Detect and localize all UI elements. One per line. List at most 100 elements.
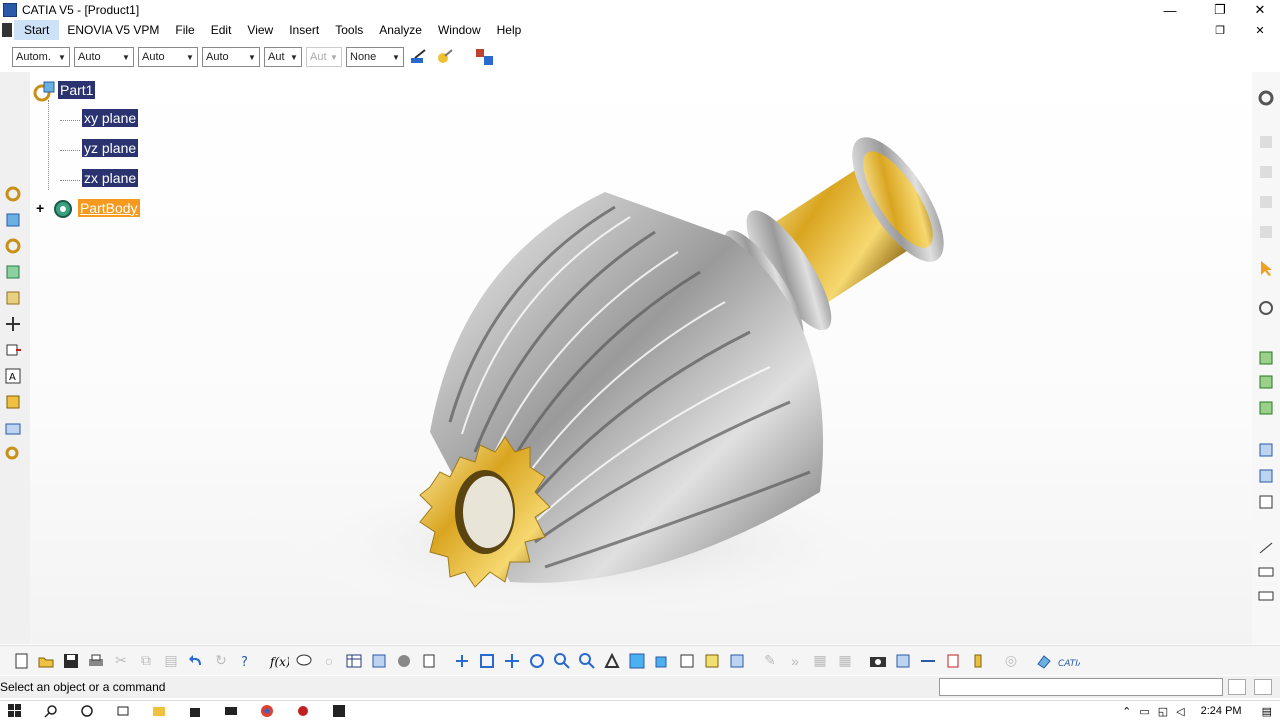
swap-visible-icon[interactable]	[726, 650, 748, 672]
cut-icon[interactable]: ✂	[110, 650, 132, 672]
network-icon[interactable]: ◱	[1158, 705, 1168, 718]
command-button[interactable]	[1228, 679, 1246, 695]
formula-icon[interactable]: f(x)	[268, 650, 290, 672]
normal-view-icon[interactable]	[601, 650, 623, 672]
tree-label-xy-plane[interactable]: xy plane	[82, 109, 139, 127]
volume-icon[interactable]: ◁	[1176, 705, 1184, 718]
measure-item-icon[interactable]	[942, 650, 964, 672]
analysis-icon[interactable]	[1256, 466, 1276, 486]
save-icon[interactable]	[60, 650, 82, 672]
insert-component-icon[interactable]	[3, 262, 23, 282]
menu-edit[interactable]: Edit	[203, 20, 240, 40]
print-icon[interactable]	[85, 650, 107, 672]
doc-restore-icon[interactable]: ❐	[1200, 20, 1240, 40]
geometry-viewport[interactable]	[30, 72, 1252, 644]
multi-view-icon[interactable]	[626, 650, 648, 672]
tree-node-part1[interactable]: Part1	[32, 80, 96, 102]
graph-tree-icon[interactable]	[474, 46, 496, 68]
windows-start-icon[interactable]	[4, 702, 26, 720]
zoom-out-icon[interactable]	[576, 650, 598, 672]
menu-view[interactable]: View	[239, 20, 281, 40]
catia-taskbar-icon[interactable]	[328, 702, 350, 720]
close-icon[interactable]: ✕	[1240, 0, 1280, 20]
law-icon[interactable]	[368, 650, 390, 672]
file-explorer-icon[interactable]	[148, 702, 170, 720]
tree-label-yz-plane[interactable]: yz plane	[82, 139, 139, 157]
scenes-icon[interactable]	[3, 418, 23, 438]
text-annotation-icon[interactable]	[1256, 562, 1276, 582]
manipulate-icon[interactable]	[1256, 298, 1276, 318]
menu-analyze[interactable]: Analyze	[371, 20, 430, 40]
copy-icon[interactable]: ⧉	[135, 650, 157, 672]
search-icon[interactable]	[40, 702, 62, 720]
zoom-in-icon[interactable]	[551, 650, 573, 672]
menu-file[interactable]: File	[167, 20, 202, 40]
design-table-icon[interactable]	[343, 650, 365, 672]
knowledge-icon[interactable]: ○	[318, 650, 340, 672]
sketch-icon[interactable]	[1256, 348, 1276, 368]
move-icon[interactable]	[3, 314, 23, 334]
replace-component-icon[interactable]	[3, 288, 23, 308]
undo-icon[interactable]	[185, 650, 207, 672]
hide-show-icon[interactable]	[701, 650, 723, 672]
clock[interactable]: 2:24 PM	[1201, 705, 1242, 717]
catalog-browser-icon[interactable]	[393, 650, 415, 672]
chrome-icon[interactable]	[256, 702, 278, 720]
catalog-icon[interactable]	[3, 392, 23, 412]
shaft-icon[interactable]	[1256, 192, 1276, 212]
expand-icon[interactable]: +	[36, 200, 44, 216]
point-symbol-combo[interactable]: Aut ▼	[264, 47, 302, 67]
command-button[interactable]	[1254, 679, 1272, 695]
whats-this-icon[interactable]: ?	[235, 650, 257, 672]
apply-material-icon[interactable]	[1033, 650, 1055, 672]
tree-node-xy-plane[interactable]: xy plane	[82, 109, 139, 127]
minimize-icon[interactable]: —	[1150, 0, 1190, 20]
axis-icon[interactable]	[1256, 398, 1276, 418]
redo-icon[interactable]: ↻	[210, 650, 232, 672]
capture-camera-icon[interactable]	[867, 650, 889, 672]
cortana-icon[interactable]	[76, 702, 98, 720]
new-file-icon[interactable]	[10, 650, 32, 672]
command-input[interactable]	[939, 678, 1223, 696]
layer-combo[interactable]: None ▼	[346, 47, 404, 67]
annotation-icon[interactable]: A	[3, 366, 23, 386]
select-icon[interactable]	[1256, 258, 1276, 278]
publish-icon[interactable]	[892, 650, 914, 672]
iso-view-icon[interactable]	[651, 650, 673, 672]
more-tools-icon[interactable]	[3, 444, 23, 464]
measure-inertia-icon[interactable]	[967, 650, 989, 672]
tree-label-zx-plane[interactable]: zx plane	[82, 169, 139, 187]
dimension-icon[interactable]	[1256, 538, 1276, 558]
battery-icon[interactable]: ▭	[1139, 705, 1149, 718]
pocket-icon[interactable]	[1256, 162, 1276, 182]
paste-icon[interactable]: ▤	[160, 650, 182, 672]
fly-mode-icon[interactable]	[451, 650, 473, 672]
notification-icon[interactable]: ▤	[1262, 705, 1272, 718]
menu-tools[interactable]: Tools	[327, 20, 371, 40]
fit-all-icon[interactable]	[476, 650, 498, 672]
gear-icon[interactable]	[1256, 88, 1276, 108]
plane-icon[interactable]	[1256, 372, 1276, 392]
open-folder-icon[interactable]	[35, 650, 57, 672]
tree-label-partbody[interactable]: PartBody	[77, 198, 140, 217]
bevel-gear-model[interactable]	[30, 72, 1252, 644]
pan-icon[interactable]	[501, 650, 523, 672]
record-icon[interactable]	[292, 702, 314, 720]
painter-icon[interactable]	[408, 46, 430, 68]
mail-icon[interactable]	[220, 702, 242, 720]
tree-node-yz-plane[interactable]: yz plane	[82, 139, 139, 157]
tree-node-partbody[interactable]: + PartBody	[36, 198, 140, 220]
shading-icon[interactable]	[676, 650, 698, 672]
assembly-icon[interactable]	[3, 236, 23, 256]
part-design-icon[interactable]	[3, 184, 23, 204]
doc-close-icon[interactable]: ✕	[1240, 20, 1280, 40]
chevron-up-icon[interactable]: ⌃	[1122, 705, 1131, 718]
product-icon[interactable]	[3, 210, 23, 230]
store-icon[interactable]	[184, 702, 206, 720]
comment-icon[interactable]	[293, 650, 315, 672]
rotate-icon[interactable]	[526, 650, 548, 672]
fill-color-combo[interactable]: Autom. ▼	[12, 47, 70, 67]
parameters-icon[interactable]	[418, 650, 440, 672]
menu-start[interactable]: Start	[14, 20, 60, 40]
line-type-combo[interactable]: Auto ▼	[138, 47, 198, 67]
